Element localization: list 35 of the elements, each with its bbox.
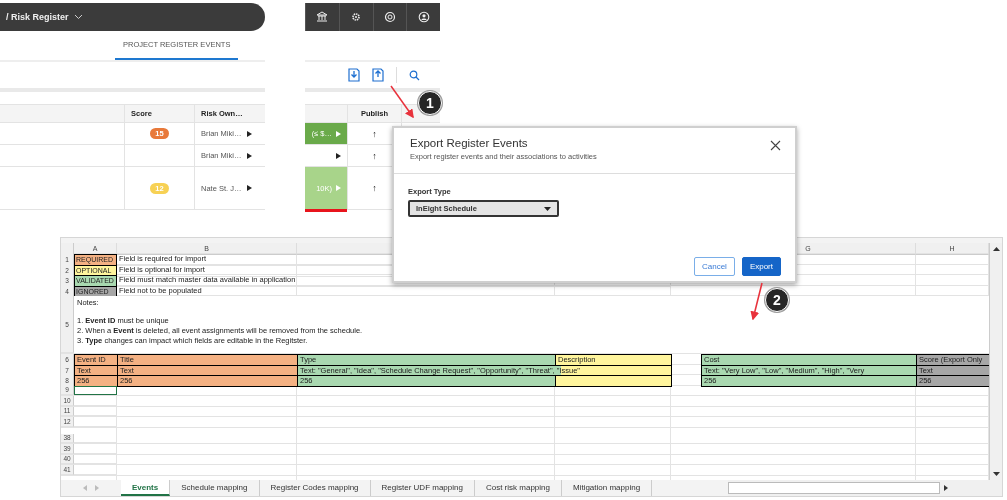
caret-right-icon[interactable] [247,130,253,137]
settings-icon[interactable] [383,11,396,23]
sheet-tab[interactable]: Mitigation mapping [561,480,653,496]
search-icon[interactable] [409,69,420,81]
close-icon[interactable] [770,140,781,151]
scroll-down-icon[interactable] [992,472,1000,477]
table-cell[interactable] [74,385,117,395]
export-button[interactable]: Export [741,257,781,276]
dialog-title: Export Register Events [410,137,529,149]
publish-arrow[interactable]: ↑ [372,128,377,139]
sheet-tab[interactable]: Cost risk mapping [474,480,562,496]
step-number-badge: 2 [765,288,789,312]
pointer-arrow [750,282,763,321]
sheet-tab[interactable]: Schedule mapping [170,480,260,496]
caret-right-icon[interactable] [247,152,253,159]
caret-right-icon[interactable] [247,185,253,191]
pointer-arrow [390,85,414,119]
chevron-down-icon[interactable] [73,14,83,20]
publish-arrow[interactable]: ↑ [372,183,377,193]
cancel-button[interactable]: Cancel [693,257,735,276]
document-down-arrow-icon[interactable] [348,68,360,82]
bank-icon[interactable] [316,11,329,23]
sheet-tab[interactable]: Register UDF mapping [370,480,475,496]
publish-arrow[interactable]: ↑ [372,150,377,161]
document-up-arrow-icon[interactable] [372,68,384,82]
user-icon[interactable] [417,11,430,23]
caret-down-icon[interactable] [544,206,551,211]
sheet-tab[interactable]: Events [121,480,171,496]
breadcrumb[interactable]: / Risk Register [6,12,69,22]
step-number-badge: 1 [418,91,442,115]
scroll-up-icon[interactable] [992,246,1000,251]
gear-icon[interactable] [350,11,363,23]
caret-right-icon[interactable] [336,152,341,159]
sheet-tab[interactable]: Register Codes mapping [259,480,371,496]
scroll-right-icon[interactable] [944,485,948,491]
